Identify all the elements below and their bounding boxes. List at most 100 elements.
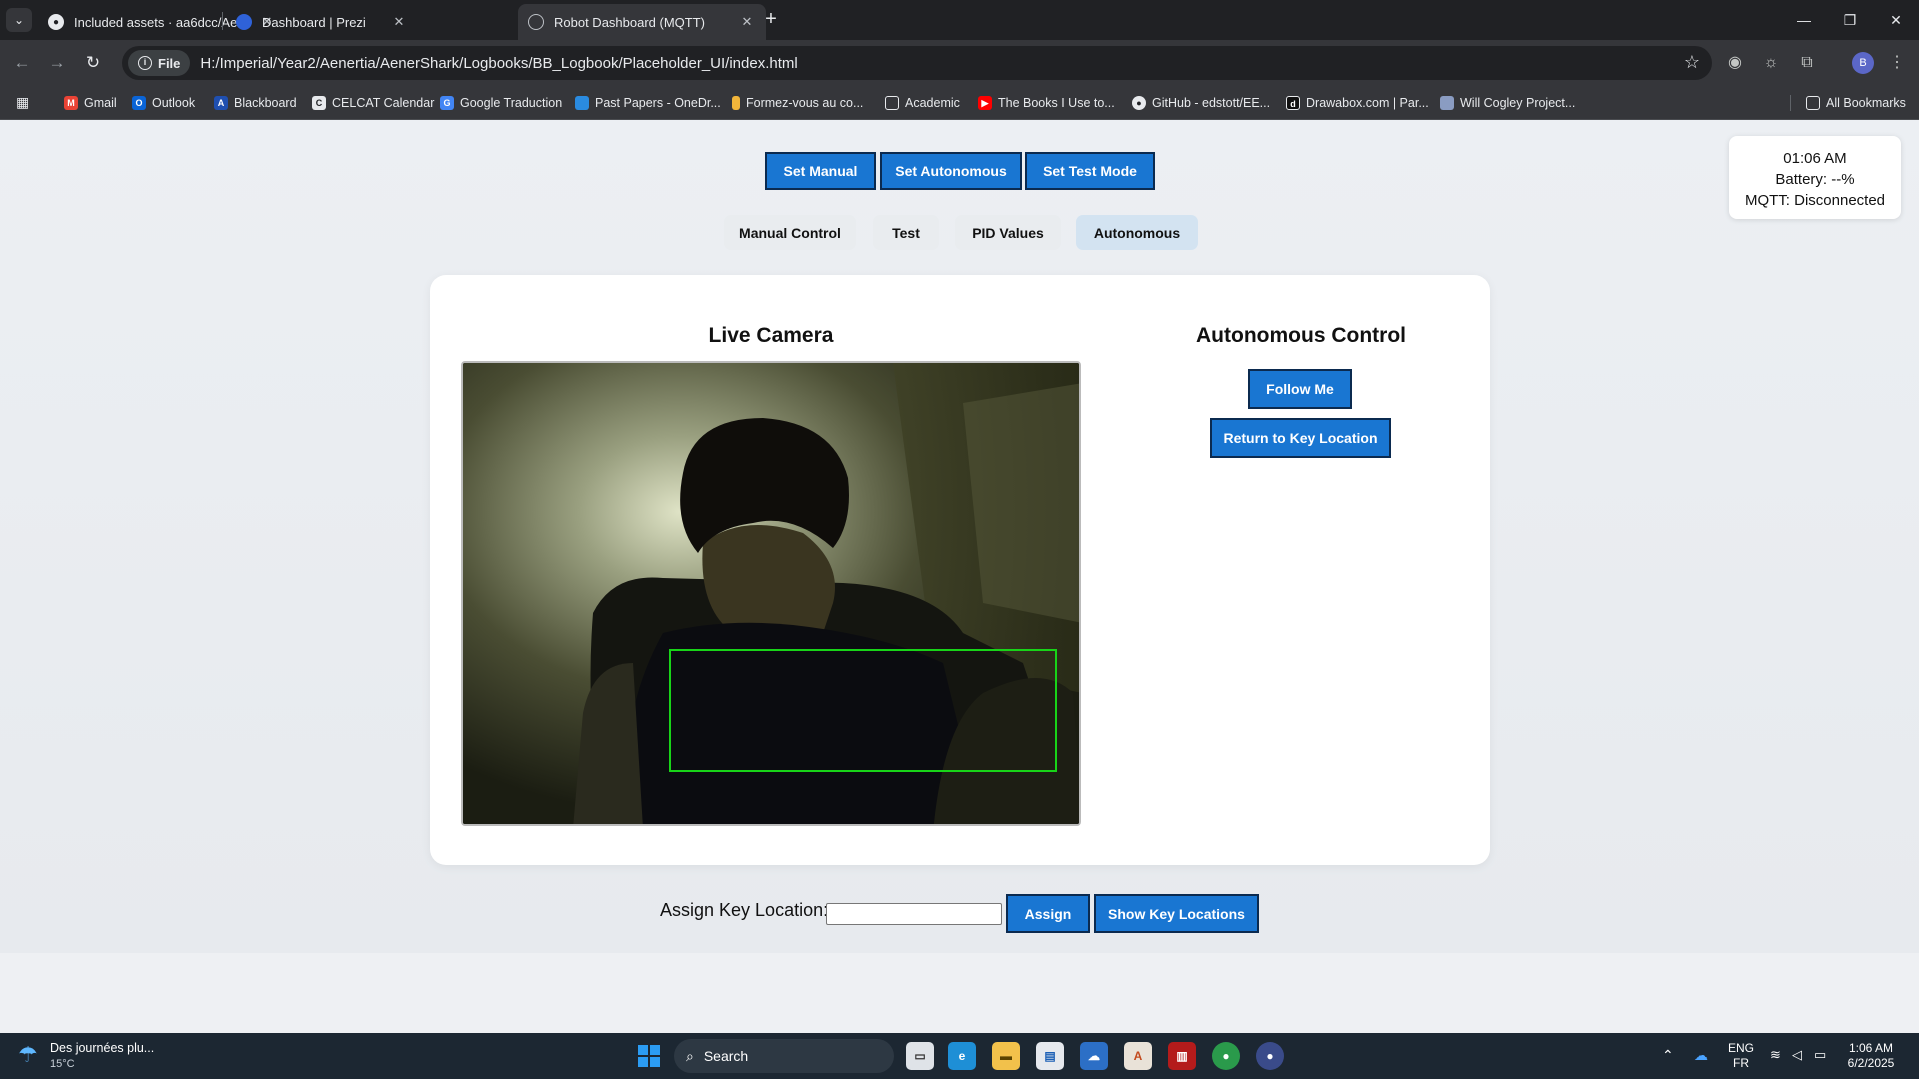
chrome-profile-h-icon[interactable]: ● <box>1212 1042 1240 1070</box>
file-explorer-icon[interactable]: ▬ <box>992 1042 1020 1070</box>
window-close-icon[interactable]: ✕ <box>1873 0 1919 40</box>
windows-taskbar: ☂ Des journées plu... 15°C ⌕ Search ▭ e … <box>0 1033 1919 1079</box>
celcat-icon: C <box>312 96 326 110</box>
minimize-icon[interactable]: — <box>1781 0 1827 40</box>
extensions-puzzle-icon[interactable]: ⧉ <box>1796 52 1818 74</box>
forward-arrow-icon[interactable]: → <box>43 49 71 77</box>
close-icon[interactable]: ✕ <box>738 14 756 30</box>
bookmark-divider <box>1790 95 1791 111</box>
tab-pid-values[interactable]: PID Values <box>955 215 1061 250</box>
browser-tab-robot-dashboard[interactable]: Robot Dashboard (MQTT) ✕ <box>518 4 766 40</box>
reload-icon[interactable]: ↻ <box>79 49 107 77</box>
live-camera-feed <box>461 361 1081 826</box>
microsoft-store-icon[interactable]: ▤ <box>1036 1042 1064 1070</box>
globe-icon <box>528 14 544 30</box>
bookmark-github[interactable]: ● GitHub - edstott/EE... <box>1132 86 1270 120</box>
browser-tab-prezi[interactable]: Dashboard | Prezi ✕ <box>226 4 418 40</box>
address-bar[interactable]: i File H:/Imperial/Year2/Aenertia/AenerS… <box>122 46 1712 80</box>
onedrive-icon <box>575 96 589 110</box>
bookmark-past-papers[interactable]: Past Papers - OneDr... <box>575 86 721 120</box>
bookmark-label: Google Traduction <box>460 96 563 110</box>
onedrive-tray-icon[interactable]: ☁ <box>1694 1047 1708 1064</box>
follow-me-button[interactable]: Follow Me <box>1248 369 1352 409</box>
tab-search-chevron-icon[interactable]: ⌄ <box>6 8 32 32</box>
clock-time: 1:06 AM <box>1848 1041 1894 1055</box>
bookmark-the-books[interactable]: ▶ The Books I Use to... <box>978 86 1115 120</box>
clock[interactable]: 1:06 AM 6/2/2025 <box>1840 1041 1902 1071</box>
input-language[interactable]: ENG FR <box>1726 1041 1756 1071</box>
bookmark-formez-vous[interactable]: Formez-vous au co... <box>732 86 863 120</box>
assign-button[interactable]: Assign <box>1006 894 1090 933</box>
bookmark-gmail[interactable]: M Gmail <box>64 86 117 120</box>
tab-title: Robot Dashboard (MQTT) <box>554 14 705 30</box>
brightness-icon[interactable]: ☼ <box>1760 52 1782 74</box>
bookmark-academic[interactable]: Academic <box>885 86 960 120</box>
bookmark-label: CELCAT Calendar <box>332 96 435 110</box>
set-test-mode-button[interactable]: Set Test Mode <box>1025 152 1155 190</box>
apps-grid-icon[interactable]: ▦ <box>16 94 34 112</box>
site-info-chip[interactable]: i File <box>128 50 191 76</box>
file-label: File <box>158 55 181 71</box>
search-icon: ⌕ <box>686 1047 694 1064</box>
bookmark-label: Drawabox.com | Par... <box>1306 96 1429 110</box>
bookmark-label: Academic <box>905 96 960 110</box>
key-location-input[interactable] <box>826 903 1002 925</box>
autonomous-control-title: Autonomous Control <box>1196 324 1406 347</box>
bookmark-outlook[interactable]: O Outlook <box>132 86 195 120</box>
status-battery: Battery: --% <box>1775 171 1855 188</box>
bookmark-label: Will Cogley Project... <box>1460 96 1576 110</box>
bookmark-label: All Bookmarks <box>1826 96 1906 110</box>
profile-avatar[interactable]: B <box>1852 52 1874 74</box>
blackboard-icon: A <box>214 96 228 110</box>
acrobat-icon[interactable]: A <box>1124 1042 1152 1070</box>
tab-title: Dashboard | Prezi <box>262 14 366 30</box>
return-to-key-location-button[interactable]: Return to Key Location <box>1210 418 1391 458</box>
folder-icon <box>885 96 899 110</box>
prezi-icon <box>236 14 252 30</box>
set-manual-button[interactable]: Set Manual <box>765 152 876 190</box>
bookmark-celcat[interactable]: C CELCAT Calendar <box>312 86 434 120</box>
taskbar-search[interactable]: ⌕ Search <box>674 1039 894 1073</box>
set-autonomous-button[interactable]: Set Autonomous <box>880 152 1022 190</box>
live-camera-title: Live Camera <box>708 324 834 347</box>
clock-date: 6/2/2025 <box>1847 1056 1895 1070</box>
page-footer-area <box>0 953 1919 1033</box>
tab-test[interactable]: Test <box>873 215 939 250</box>
red-app-icon[interactable]: ▥ <box>1168 1042 1196 1070</box>
bookmark-label: Past Papers - OneDr... <box>595 96 721 110</box>
show-hidden-icons-chevron-icon[interactable]: ⌃ <box>1662 1047 1674 1064</box>
weather-rain-icon[interactable]: ☂ <box>18 1042 44 1068</box>
youtube-icon: ▶ <box>978 96 992 110</box>
menu-kebab-icon[interactable]: ⋮ <box>1886 52 1908 74</box>
restore-icon[interactable]: ❐ <box>1827 0 1873 40</box>
chrome-profile-b-icon[interactable]: ● <box>1256 1042 1284 1070</box>
back-arrow-icon[interactable]: ← <box>8 49 36 77</box>
wifi-icon[interactable]: ≋ <box>1770 1047 1781 1063</box>
status-mqtt: MQTT: Disconnected <box>1744 192 1886 209</box>
close-icon[interactable]: ✕ <box>390 14 408 30</box>
weather-temperature: 15°C <box>50 1058 75 1070</box>
bookmark-drawabox[interactable]: d Drawabox.com | Par... <box>1286 86 1429 120</box>
github-icon: ● <box>48 14 64 30</box>
onedrive-app-icon[interactable]: ☁ <box>1080 1042 1108 1070</box>
bookmark-star-icon[interactable]: ☆ <box>1684 52 1700 73</box>
volume-icon[interactable]: ◁ <box>1792 1047 1802 1063</box>
tab-manual-control[interactable]: Manual Control <box>724 215 856 250</box>
weather-summary[interactable]: Des journées plu... <box>50 1041 154 1055</box>
windows-start-icon[interactable] <box>638 1045 660 1067</box>
task-view-icon[interactable]: ▭ <box>906 1042 934 1070</box>
new-tab-plus-icon[interactable]: + <box>758 8 784 32</box>
edge-icon[interactable]: e <box>948 1042 976 1070</box>
search-label: Search <box>703 1048 749 1064</box>
all-bookmarks[interactable]: All Bookmarks <box>1806 86 1906 120</box>
browser-toolbar: ← → ↻ i File H:/Imperial/Year2/Aenertia/… <box>0 40 1919 86</box>
show-key-locations-button[interactable]: Show Key Locations <box>1094 894 1259 933</box>
battery-icon[interactable]: ▭ <box>1814 1047 1826 1063</box>
bookmark-label: Formez-vous au co... <box>746 96 864 110</box>
grammarly-icon[interactable]: ◉ <box>1724 52 1746 74</box>
bulb-icon <box>732 96 740 110</box>
bookmark-will-cogley[interactable]: Will Cogley Project... <box>1440 86 1575 120</box>
bookmark-google-traduction[interactable]: G Google Traduction <box>440 86 562 120</box>
tab-autonomous[interactable]: Autonomous <box>1076 215 1198 250</box>
bookmark-blackboard[interactable]: A Blackboard <box>214 86 297 120</box>
